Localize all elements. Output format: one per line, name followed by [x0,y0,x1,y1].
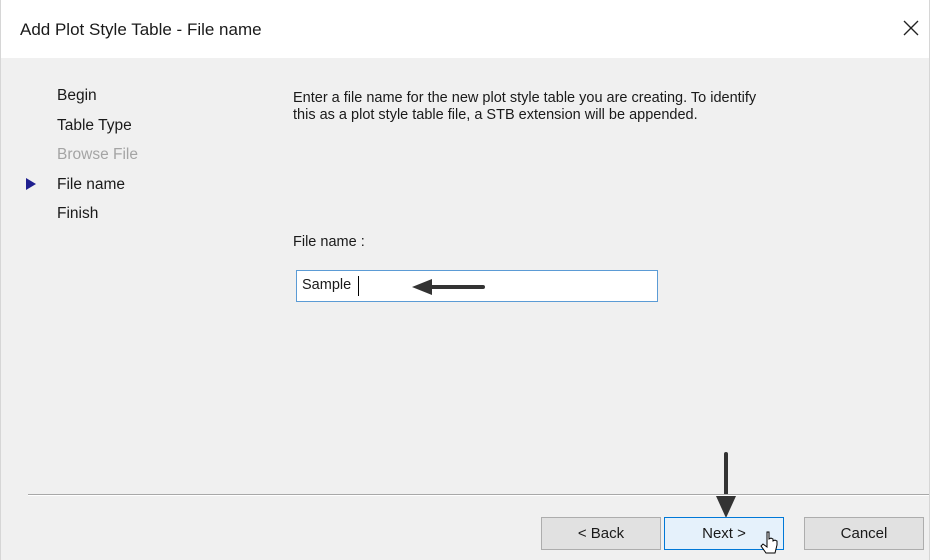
step-table-type: Table Type [57,117,132,134]
step-finish: Finish [57,205,99,222]
next-button[interactable]: Next > [664,517,784,550]
back-button[interactable]: < Back [541,517,661,550]
file-name-value: Sample [302,277,352,293]
window-title: Add Plot Style Table - File name [20,20,262,39]
close-icon [903,20,919,36]
step-file-name: File name [57,176,126,193]
triangle-right-icon [26,178,36,190]
step-browse-file: Browse File [57,146,138,163]
down-arrow-icon [716,452,736,518]
cancel-button[interactable]: Cancel [804,517,924,550]
window-border-left [0,0,1,560]
file-name-label: File name : [293,234,365,250]
close-button[interactable] [898,15,924,41]
dialog-window: Add Plot Style Table - File name Begin T… [0,0,930,560]
step-begin: Begin [57,87,97,104]
step-description: Enter a file name for the new plot style… [293,90,757,123]
title-bar: Add Plot Style Table - File name [1,0,929,58]
text-caret [358,276,359,296]
file-name-input[interactable]: Sample [296,270,658,302]
footer-divider-highlight [28,495,929,496]
